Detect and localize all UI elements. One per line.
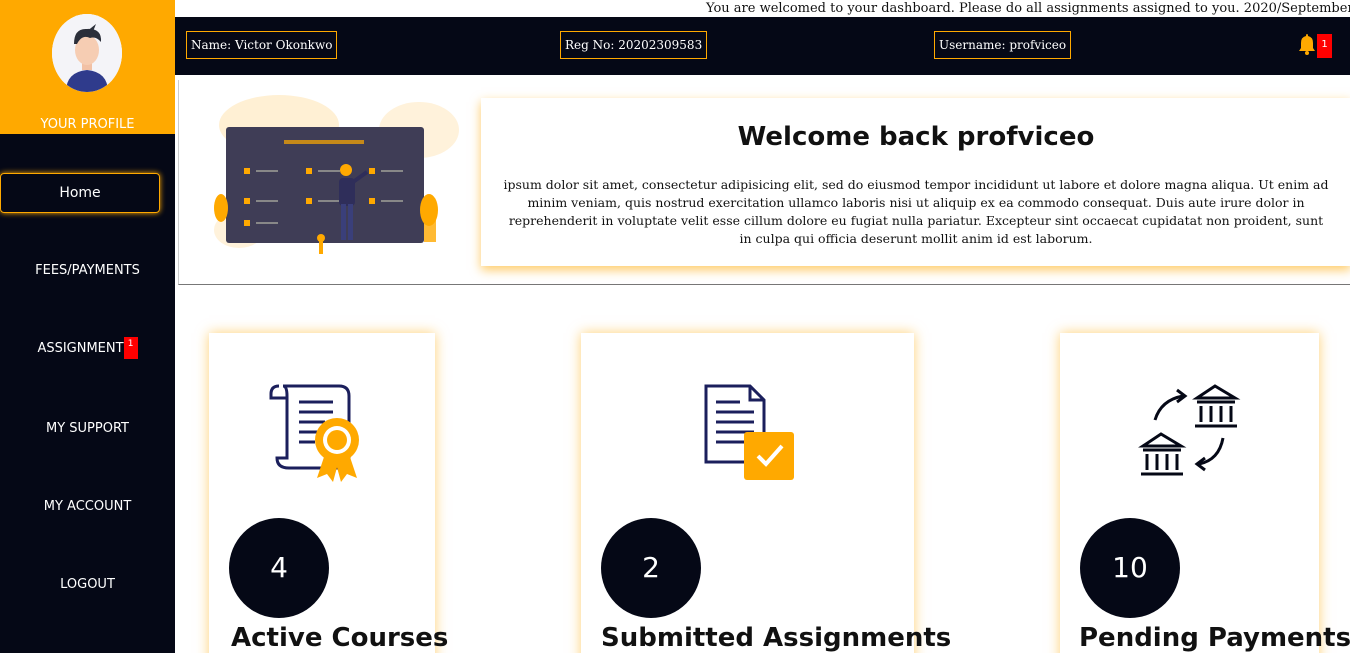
submitted-assignments-count: 2	[601, 518, 701, 618]
profile-label[interactable]: YOUR PROFILE	[0, 117, 175, 132]
profile-panel: YOUR PROFILE	[0, 0, 175, 134]
dashboard-illustration	[214, 95, 459, 254]
active-courses-card[interactable]: 4 Active Courses	[209, 333, 448, 653]
user-avatar-icon	[52, 14, 122, 92]
pending-payments-count: 10	[1080, 518, 1180, 618]
welcome-title: Welcome back profviceo	[737, 122, 1095, 152]
document-check-icon	[704, 384, 794, 480]
submitted-assignments-card[interactable]: 2 Submitted Assignments	[581, 333, 951, 653]
nav-my-support-label: MY SUPPORT	[46, 421, 129, 436]
submitted-assignments-title: Submitted Assignments	[601, 623, 952, 653]
pending-payments-title: Pending Payments	[1079, 623, 1350, 653]
nav-my-account-label: MY ACCOUNT	[43, 499, 132, 514]
nav-logout-label: LOGOUT	[60, 577, 115, 592]
sidebar: YOUR PROFILE Home FEES/PAYMENTS ASSIGNME…	[0, 0, 175, 653]
username-info: Username: profviceo	[934, 31, 1072, 59]
nav-my-account[interactable]: MY ACCOUNT	[0, 499, 175, 514]
bell-icon[interactable]	[1298, 33, 1316, 55]
certificate-icon	[269, 384, 359, 482]
notification-badge: 1	[1317, 34, 1332, 58]
active-courses-count: 4	[229, 518, 329, 618]
nav-assignment-label: ASSIGNMENT	[37, 341, 124, 356]
welcome-marquee: You are welcomed to your dashboard. Plea…	[175, 0, 1350, 17]
nav-home-label: Home	[59, 185, 101, 201]
welcome-text: ipsum dolor sit amet, consectetur adipis…	[503, 177, 1329, 246]
welcome-section: Welcome back profviceo ipsum dolor sit a…	[178, 80, 1350, 285]
nav-fees-payments[interactable]: FEES/PAYMENTS	[0, 263, 175, 278]
header-bar: Name: Victor Okonkwo Reg No: 20202309583…	[175, 17, 1350, 75]
nav-my-support[interactable]: MY SUPPORT	[0, 421, 175, 436]
avatar[interactable]	[52, 14, 122, 92]
assignment-badge: 1	[123, 337, 138, 359]
nav-home[interactable]: Home	[0, 173, 160, 213]
active-courses-title: Active Courses	[231, 623, 449, 653]
marquee-text: You are welcomed to your dashboard. Plea…	[706, 1, 1350, 16]
reg-no-info: Reg No: 20202309583	[560, 31, 708, 59]
nav-assignment[interactable]: ASSIGNMENT 1	[0, 337, 175, 359]
bank-transfer-icon	[1138, 384, 1241, 476]
nav-fees-payments-label: FEES/PAYMENTS	[35, 263, 140, 278]
name-info: Name: Victor Okonkwo	[186, 31, 338, 59]
welcome-card: Welcome back profviceo ipsum dolor sit a…	[481, 98, 1350, 266]
nav-logout[interactable]: LOGOUT	[0, 577, 175, 592]
pending-payments-card[interactable]: 10 Pending Payments	[1060, 333, 1350, 653]
